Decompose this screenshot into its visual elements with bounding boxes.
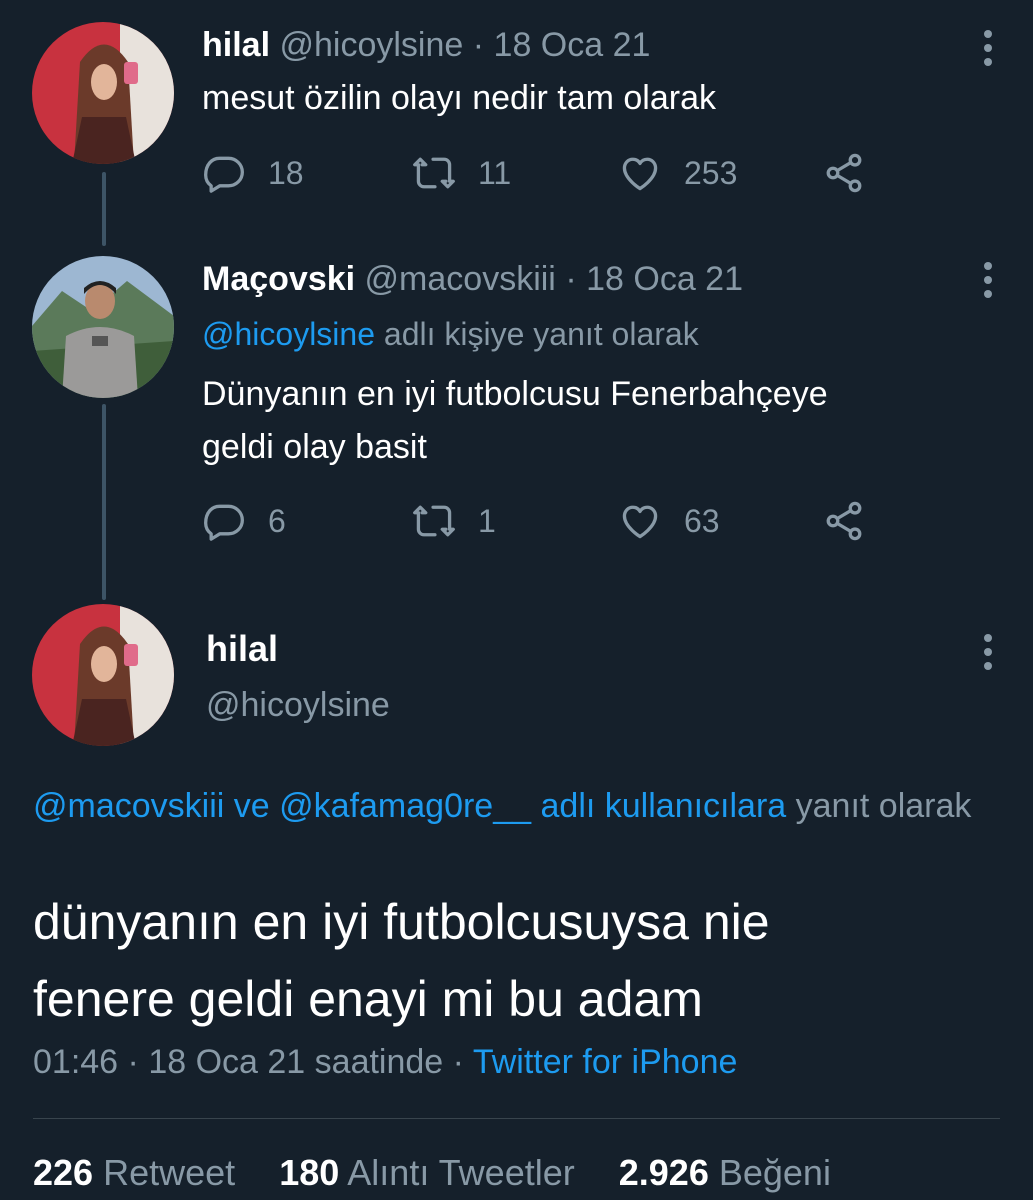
thread-line: [102, 172, 106, 246]
retweet-count: 1: [478, 502, 496, 539]
author-handle[interactable]: @macovskiii: [365, 260, 556, 298]
reply-suffix: yanıt olarak: [795, 787, 972, 825]
quote-stat[interactable]: 180 Alıntı Tweetler: [279, 1152, 575, 1193]
retweet-button[interactable]: 1: [412, 496, 496, 546]
author-name[interactable]: hilal: [206, 628, 278, 670]
tweet-text-line: Dünyanın en iyi futbolcusu Fenerbahçeye: [202, 375, 828, 413]
tweet-header: hilal @hicoylsine · 18 Oca 21: [202, 26, 650, 65]
retweet-icon: [413, 505, 455, 537]
tweet-text: dünyanın en iyi futbolcusuysa nie fenere…: [33, 884, 993, 1038]
divider: [33, 1118, 1000, 1119]
mention-link[interactable]: @kafamag0re__: [279, 787, 531, 825]
more-icon[interactable]: [983, 30, 993, 72]
mention-link[interactable]: @macovskiii: [33, 787, 224, 825]
author-handle[interactable]: @hicoylsine: [206, 686, 390, 725]
tweet-text: mesut özilin olayı nedir tam olarak: [202, 79, 717, 117]
avatar[interactable]: [32, 604, 174, 746]
avatar[interactable]: [32, 256, 174, 398]
tweet-text-line: fenere geldi enayi mi bu adam: [33, 971, 703, 1027]
more-icon[interactable]: [983, 634, 993, 676]
share-button[interactable]: [822, 496, 866, 546]
tweet-header: Maçovski @macovskiii · 18 Oca 21: [202, 260, 743, 299]
like-icon: [622, 505, 658, 539]
reply-button[interactable]: 18: [202, 148, 304, 198]
author-name[interactable]: hilal: [202, 26, 270, 64]
tweet-actions: 6 1 63: [202, 496, 902, 546]
like-button[interactable]: 253: [618, 148, 737, 198]
tweet-actions: 18 11 253: [202, 148, 902, 198]
tweet-source-link[interactable]: Twitter for iPhone: [473, 1043, 738, 1081]
quote-stat-label: Alıntı Tweetler: [347, 1152, 575, 1193]
tweet-time[interactable]: 01:46: [33, 1043, 118, 1081]
tweet-text-line: geldi olay basit: [202, 428, 427, 466]
reply-context: @hicoylsine adlı kişiye yanıt olarak: [202, 316, 699, 353]
reply-count: 18: [268, 154, 304, 191]
quote-stat-count: 180: [279, 1152, 340, 1193]
separator: ·: [565, 260, 577, 298]
thread-line: [102, 404, 106, 600]
retweet-count: 11: [478, 154, 512, 191]
like-stat[interactable]: 2.926 Beğeni: [619, 1152, 831, 1193]
like-button[interactable]: 63: [618, 496, 720, 546]
more-icon[interactable]: [983, 262, 993, 304]
tweet-date[interactable]: 18 Oca 21 saatinde: [148, 1043, 443, 1081]
reply-button[interactable]: 6: [202, 496, 286, 546]
mention-link[interactable]: @hicoylsine: [202, 316, 375, 352]
like-stat-label: Beğeni: [718, 1152, 831, 1193]
share-button[interactable]: [822, 148, 866, 198]
author-name[interactable]: Maçovski: [202, 260, 355, 298]
like-icon: [622, 157, 658, 191]
separator: ·: [127, 1043, 139, 1081]
like-count: 253: [684, 154, 738, 191]
reply-context: @macovskiii ve @kafamag0re__ adlı kullan…: [33, 780, 993, 832]
reply-and: ve: [233, 787, 270, 825]
reply-icon: [204, 504, 244, 541]
separator: ·: [452, 1043, 464, 1081]
tweet-timestamp: 01:46 · 18 Oca 21 saatinde · Twitter for…: [33, 1043, 737, 1082]
tweet-text: Dünyanın en iyi futbolcusu Fenerbahçeye …: [202, 368, 828, 474]
avatar[interactable]: [32, 22, 174, 164]
share-icon: [826, 501, 862, 541]
retweet-button[interactable]: 11: [412, 148, 511, 198]
like-stat-count: 2.926: [618, 1152, 709, 1193]
tweet-date[interactable]: 18 Oca 21: [586, 260, 743, 298]
reply-count: 6: [268, 502, 286, 539]
retweet-icon: [413, 157, 455, 189]
tweet-stats: 226 Retweet 180 Alıntı Tweetler 2.926 Be…: [33, 1152, 865, 1194]
reply-icon: [204, 156, 244, 193]
tweet-text-line: dünyanın en iyi futbolcusuysa nie: [33, 894, 770, 950]
retweet-stat[interactable]: 226 Retweet: [33, 1152, 235, 1193]
retweet-stat-count: 226: [33, 1152, 94, 1193]
tweet-date[interactable]: 18 Oca 21: [494, 26, 651, 64]
reply-suffix: adlı kişiye yanıt olarak: [383, 316, 699, 352]
avatar-image: [32, 22, 174, 164]
avatar-image: [32, 256, 174, 398]
separator: ·: [472, 26, 485, 64]
author-handle[interactable]: @hicoylsine: [279, 26, 463, 64]
share-icon: [826, 153, 862, 193]
users-link[interactable]: adlı kullanıcılara: [541, 787, 787, 825]
like-count: 63: [684, 502, 720, 539]
retweet-stat-label: Retweet: [103, 1152, 236, 1193]
avatar-image: [32, 604, 174, 746]
